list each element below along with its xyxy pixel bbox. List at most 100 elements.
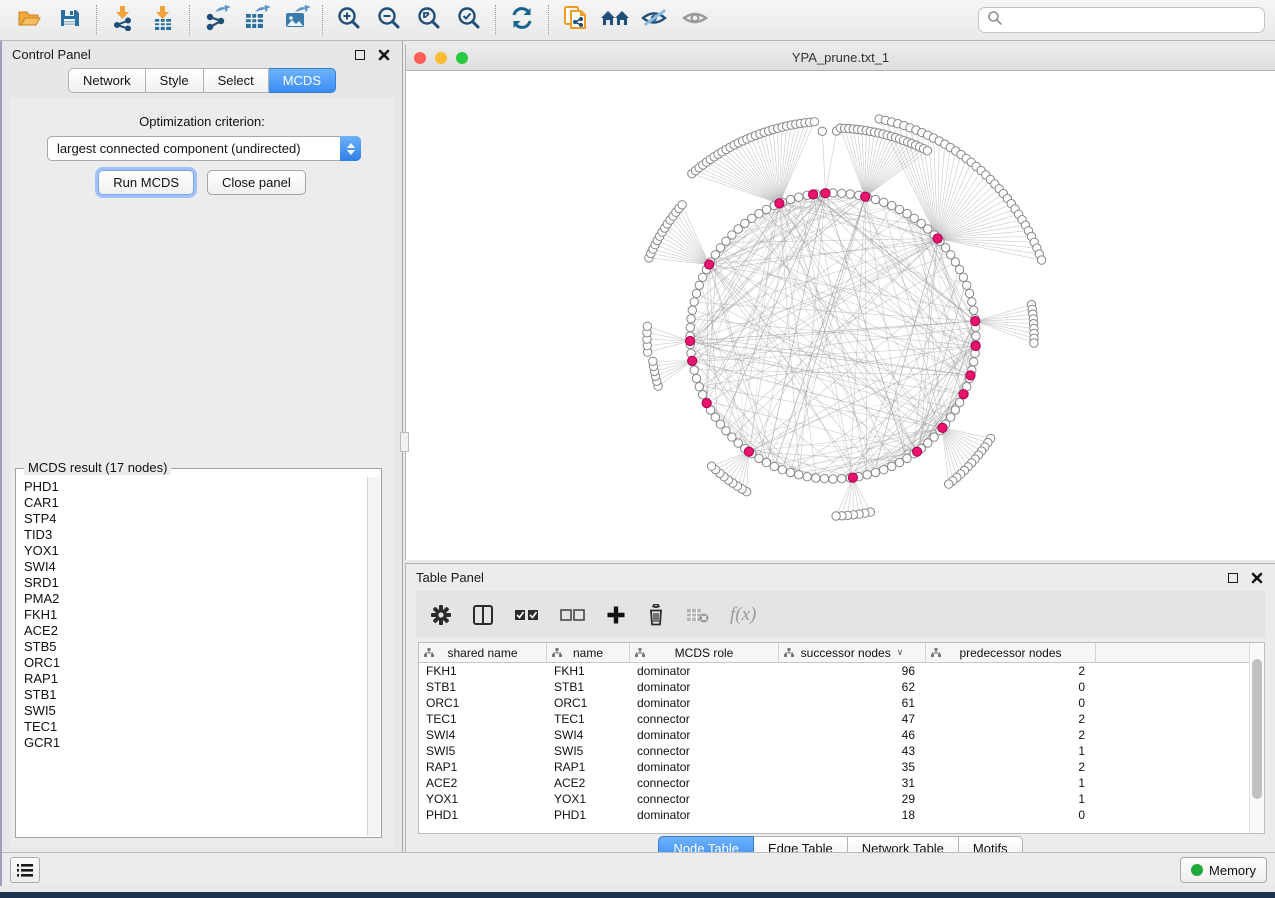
table-cell[interactable]: TEC1 [419,712,547,726]
function-builder-button[interactable]: f(x) [730,604,756,626]
graph-node[interactable] [692,374,700,382]
graph-node[interactable] [803,473,811,481]
table-cell[interactable]: 0 [926,696,1096,710]
column-header-predecessor-nodes[interactable]: predecessor nodes [926,643,1096,662]
search-input[interactable] [1009,13,1256,28]
mcds-list-scrollbar[interactable] [367,477,380,836]
graph-hub-node[interactable] [686,336,695,345]
network-window-titlebar[interactable]: YPA_prune.txt_1 [406,44,1275,71]
unselect-all-columns-button[interactable] [560,608,586,622]
graph-node[interactable] [795,471,803,479]
tab-select[interactable]: Select [204,68,269,93]
table-cell[interactable]: 43 [779,744,926,758]
graph-leaf-node[interactable] [832,512,840,520]
network-canvas[interactable] [406,71,1275,560]
graph-node[interactable] [903,454,911,462]
graph-node[interactable] [863,471,871,479]
close-panel-button[interactable] [376,47,392,63]
graph-node[interactable] [955,398,963,406]
table-cell[interactable]: 61 [779,696,926,710]
graph-node[interactable] [972,332,980,340]
mcds-result-item[interactable]: TID3 [24,527,367,543]
table-cell[interactable]: dominator [630,760,779,774]
graph-node[interactable] [778,466,786,474]
table-cell[interactable]: connector [630,792,779,806]
graph-hub-node[interactable] [705,260,714,269]
graph-node[interactable] [820,475,828,483]
table-cell[interactable]: YOX1 [419,792,547,806]
window-minimize-icon[interactable] [435,52,447,64]
graph-node[interactable] [786,195,794,203]
mcds-result-item[interactable]: STB1 [24,687,367,703]
mcds-result-item[interactable]: ORC1 [24,655,367,671]
graph-node[interactable] [880,466,888,474]
refresh-button[interactable] [502,3,542,37]
graph-node[interactable] [880,198,888,206]
graph-node[interactable] [762,458,770,466]
table-row[interactable]: STB1STB1dominator620 [419,679,1264,695]
graph-hub-node[interactable] [775,199,784,208]
table-cell[interactable]: 0 [926,808,1096,822]
table-cell[interactable]: 0 [926,680,1096,694]
mcds-result-item[interactable]: SWI4 [24,559,367,575]
mcds-result-item[interactable]: ACE2 [24,623,367,639]
table-cell[interactable]: 35 [779,760,926,774]
delete-column-button[interactable] [646,604,666,626]
table-cell[interactable]: ORC1 [419,696,547,710]
table-cell[interactable]: RAP1 [547,760,630,774]
table-cell[interactable]: 96 [779,664,926,678]
graph-node[interactable] [692,289,700,297]
graph-node[interactable] [895,458,903,466]
mcds-result-item[interactable]: PMA2 [24,591,367,607]
graph-leaf-node[interactable] [649,357,657,365]
graph-node[interactable] [690,298,698,306]
import-table-button[interactable] [143,3,183,37]
table-row[interactable]: SWI5SWI5connector431 [419,743,1264,759]
mcds-result-item[interactable]: PHD1 [24,479,367,495]
graph-leaf-node[interactable] [818,127,826,135]
tab-network[interactable]: Network [68,68,146,93]
table-cell[interactable]: ACE2 [547,776,630,790]
mcds-result-item[interactable]: TEC1 [24,719,367,735]
graph-node[interactable] [888,201,896,209]
show-all-button[interactable] [675,3,715,37]
delete-table-button[interactable] [686,607,710,623]
graph-node[interactable] [698,391,706,399]
table-cell[interactable]: 2 [926,728,1096,742]
table-cell[interactable]: dominator [630,664,779,678]
graph-leaf-node[interactable] [678,201,686,209]
window-zoom-icon[interactable] [456,52,468,64]
table-cell[interactable]: dominator [630,808,779,822]
table-cell[interactable]: FKH1 [547,664,630,678]
table-cell[interactable]: STB1 [547,680,630,694]
hide-selected-button[interactable] [635,3,675,37]
mcds-result-item[interactable]: GCR1 [24,735,367,751]
table-cell[interactable]: connector [630,776,779,790]
graph-leaf-node[interactable] [945,480,953,488]
copy-network-button[interactable] [555,3,595,37]
graph-node[interactable] [871,468,879,476]
graph-node[interactable] [762,205,770,213]
graph-leaf-node[interactable] [923,147,931,155]
column-header-name[interactable]: name [547,643,630,662]
graph-leaf-node[interactable] [1037,256,1045,264]
column-header-shared-name[interactable]: shared name [419,643,547,662]
table-cell[interactable]: 62 [779,680,926,694]
export-image-button[interactable] [276,3,316,37]
table-cell[interactable]: SWI4 [419,728,547,742]
table-cell[interactable]: connector [630,744,779,758]
graph-leaf-node[interactable] [1030,339,1038,347]
table-cell[interactable]: 1 [926,776,1096,790]
zoom-fit-button[interactable] [409,3,449,37]
table-cell[interactable]: ORC1 [547,696,630,710]
table-row[interactable]: SWI4SWI4dominator462 [419,727,1264,743]
mcds-result-item[interactable]: SRD1 [24,575,367,591]
close-table-panel-button[interactable] [1249,570,1265,586]
memory-button[interactable]: Memory [1180,857,1267,883]
table-cell[interactable]: 2 [926,712,1096,726]
graph-node[interactable] [837,189,845,197]
graph-leaf-node[interactable] [810,118,818,126]
graph-hub-node[interactable] [971,341,980,350]
table-cell[interactable]: SWI4 [547,728,630,742]
graph-hub-node[interactable] [913,447,922,456]
